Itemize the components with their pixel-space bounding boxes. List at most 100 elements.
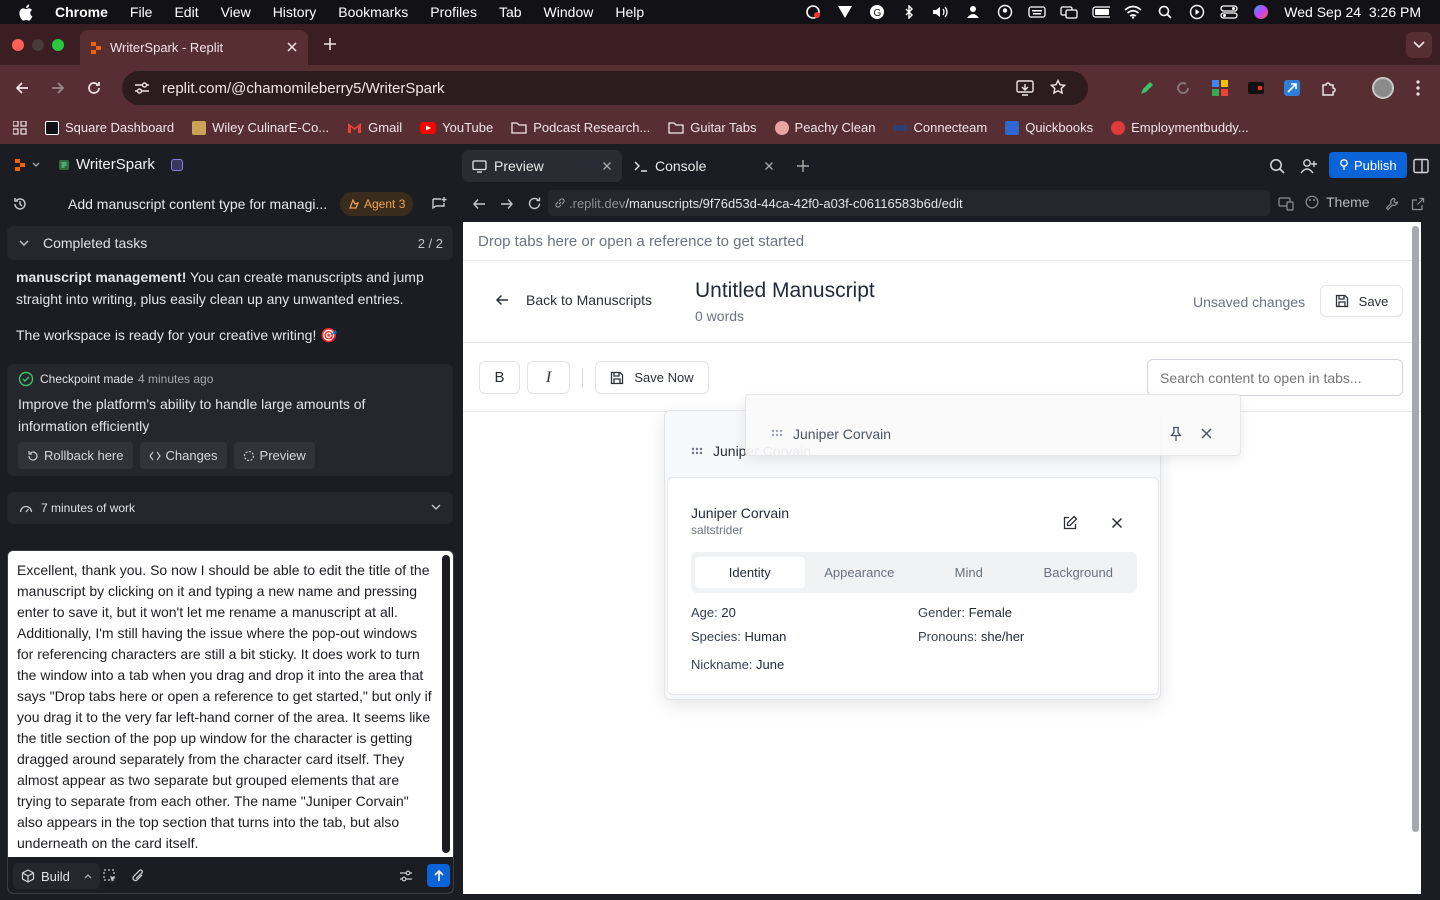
extension-pen-icon[interactable] — [1139, 80, 1155, 96]
keyboard-icon[interactable] — [1028, 5, 1046, 19]
close-icon[interactable] — [1201, 428, 1212, 439]
preview-scrollbar[interactable] — [1412, 226, 1419, 832]
bookmark-wiley[interactable]: Wiley CulinarE-Co... — [192, 120, 329, 135]
drag-handle-icon[interactable] — [691, 447, 703, 455]
address-bar[interactable]: replit.com/@chamomileberry5/WriterSpark — [122, 71, 1088, 105]
edit-icon[interactable] — [1062, 515, 1078, 531]
screen-record-icon[interactable] — [804, 5, 822, 19]
bookmark-square-dashboard[interactable]: Square Dashboard — [45, 120, 174, 135]
chevron-down-icon[interactable] — [32, 162, 40, 168]
siri-icon[interactable] — [1252, 5, 1270, 19]
menu-window[interactable]: Window — [544, 4, 594, 20]
menu-tab[interactable]: Tab — [499, 4, 522, 20]
tab-preview[interactable]: Preview — [462, 150, 622, 182]
new-chat-icon[interactable] — [431, 196, 447, 212]
preview-forward-icon[interactable] — [500, 197, 514, 211]
new-tab-icon[interactable] — [322, 36, 338, 52]
manuscript-title[interactable]: Untitled Manuscript — [695, 279, 875, 303]
close-tab-icon[interactable] — [286, 41, 298, 53]
profile-avatar[interactable] — [1372, 77, 1394, 99]
preview-reload-icon[interactable] — [527, 196, 542, 211]
menu-app-name[interactable]: Chrome — [55, 4, 108, 20]
bluetooth-icon[interactable] — [900, 5, 918, 19]
tab-identity[interactable]: Identity — [695, 557, 805, 588]
menu-help[interactable]: Help — [615, 4, 644, 20]
tab-search-chevron-icon[interactable] — [1406, 32, 1432, 58]
close-icon[interactable] — [602, 161, 612, 171]
tab-appearance[interactable]: Appearance — [805, 557, 915, 588]
work-duration-row[interactable]: 7 minutes of work — [7, 492, 453, 524]
send-button[interactable] — [427, 864, 450, 887]
wrench-icon[interactable] — [1385, 197, 1399, 211]
account-circle-icon[interactable] — [996, 4, 1014, 20]
extension-spinner-icon[interactable] — [1175, 80, 1191, 96]
invite-user-icon[interactable] — [1300, 158, 1318, 174]
devices-icon[interactable] — [1278, 197, 1294, 211]
forward-arrow-icon[interactable] — [50, 80, 66, 96]
open-external-icon[interactable] — [1411, 197, 1425, 211]
bookmark-employmentbuddy[interactable]: Employmentbuddy... — [1111, 120, 1249, 135]
scrollbar[interactable] — [442, 555, 450, 853]
drag-handle-icon[interactable] — [771, 429, 783, 437]
media-play-icon[interactable] — [1188, 4, 1206, 20]
extension-card-icon[interactable] — [1247, 80, 1265, 96]
spotlight-search-icon[interactable] — [1156, 5, 1174, 19]
chrome-menu-icon[interactable] — [1414, 79, 1422, 97]
menu-profiles[interactable]: Profiles — [430, 4, 477, 20]
grammarly-icon[interactable]: G — [868, 5, 886, 19]
wifi-icon[interactable] — [1124, 5, 1142, 19]
bookmark-connecteam[interactable]: Connecteam — [893, 120, 987, 135]
bookmark-podcast-research[interactable]: Podcast Research... — [511, 120, 650, 135]
pin-icon[interactable] — [1169, 426, 1183, 442]
bold-button[interactable]: B — [479, 361, 520, 394]
prompt-input-box[interactable]: Excellent, thank you. So now I should be… — [7, 550, 454, 894]
window-zoom-button[interactable] — [52, 38, 64, 51]
save-now-button[interactable]: Save Now — [595, 361, 709, 394]
site-info-icon[interactable] — [134, 81, 150, 95]
publish-button[interactable]: Publish — [1329, 152, 1407, 178]
replit-logo-icon[interactable] — [14, 158, 26, 172]
user-icon[interactable] — [964, 5, 982, 19]
menu-file[interactable]: File — [130, 4, 153, 20]
tab-background[interactable]: Background — [1024, 557, 1134, 588]
window-close-button[interactable] — [12, 38, 24, 51]
control-center-icon[interactable] — [1220, 5, 1238, 19]
preview-url-bar[interactable]: .replit.dev/manuscripts/9f76d53d-44ca-42… — [548, 190, 1270, 216]
theme-button[interactable]: Theme — [1305, 194, 1370, 210]
attach-paperclip-icon[interactable] — [131, 868, 145, 884]
volume-icon[interactable] — [932, 5, 950, 19]
apps-grid-icon[interactable] — [13, 120, 27, 135]
apple-icon[interactable] — [18, 4, 33, 21]
window-minimize-button[interactable] — [32, 38, 44, 51]
menu-bookmarks[interactable]: Bookmarks — [338, 4, 408, 20]
tab-console[interactable]: Console — [624, 150, 784, 182]
tab-mind[interactable]: Mind — [914, 557, 1024, 588]
install-app-icon[interactable] — [1016, 80, 1034, 96]
screen-mirror-icon[interactable] — [1060, 5, 1078, 19]
preview-back-icon[interactable] — [472, 197, 486, 211]
select-element-icon[interactable] — [103, 869, 117, 883]
completed-tasks-header[interactable]: Completed tasks 2 / 2 — [7, 226, 453, 260]
bookmark-gmail[interactable]: Gmail — [347, 120, 402, 135]
menu-edit[interactable]: Edit — [174, 4, 198, 20]
prompt-input-text[interactable]: Excellent, thank you. So now I should be… — [17, 560, 435, 854]
italic-button[interactable]: I — [527, 361, 570, 394]
menubar-clock[interactable]: Wed Sep 24 3:26 PM — [1284, 4, 1421, 20]
add-tab-icon[interactable] — [796, 159, 810, 173]
toggle-panel-icon[interactable] — [1413, 158, 1429, 174]
build-mode-button[interactable]: Build — [13, 863, 100, 889]
shield-icon[interactable] — [836, 5, 854, 19]
browser-tab-active[interactable]: WriterSpark - Replit — [80, 30, 308, 65]
close-icon[interactable] — [764, 161, 774, 171]
bookmark-quickbooks[interactable]: Quickbooks — [1005, 120, 1093, 135]
menu-view[interactable]: View — [221, 4, 251, 20]
save-button[interactable]: Save — [1320, 285, 1403, 317]
extension-expand-icon[interactable] — [1283, 79, 1301, 97]
search-icon[interactable] — [1269, 158, 1285, 174]
close-card-icon[interactable] — [1111, 517, 1123, 529]
changes-button[interactable]: Changes — [139, 442, 227, 469]
extensions-puzzle-icon[interactable] — [1320, 79, 1338, 97]
agent-task-title[interactable]: Add manuscript content type for managi..… — [68, 196, 327, 212]
content-search-input[interactable] — [1147, 359, 1403, 396]
reload-icon[interactable] — [86, 80, 102, 96]
